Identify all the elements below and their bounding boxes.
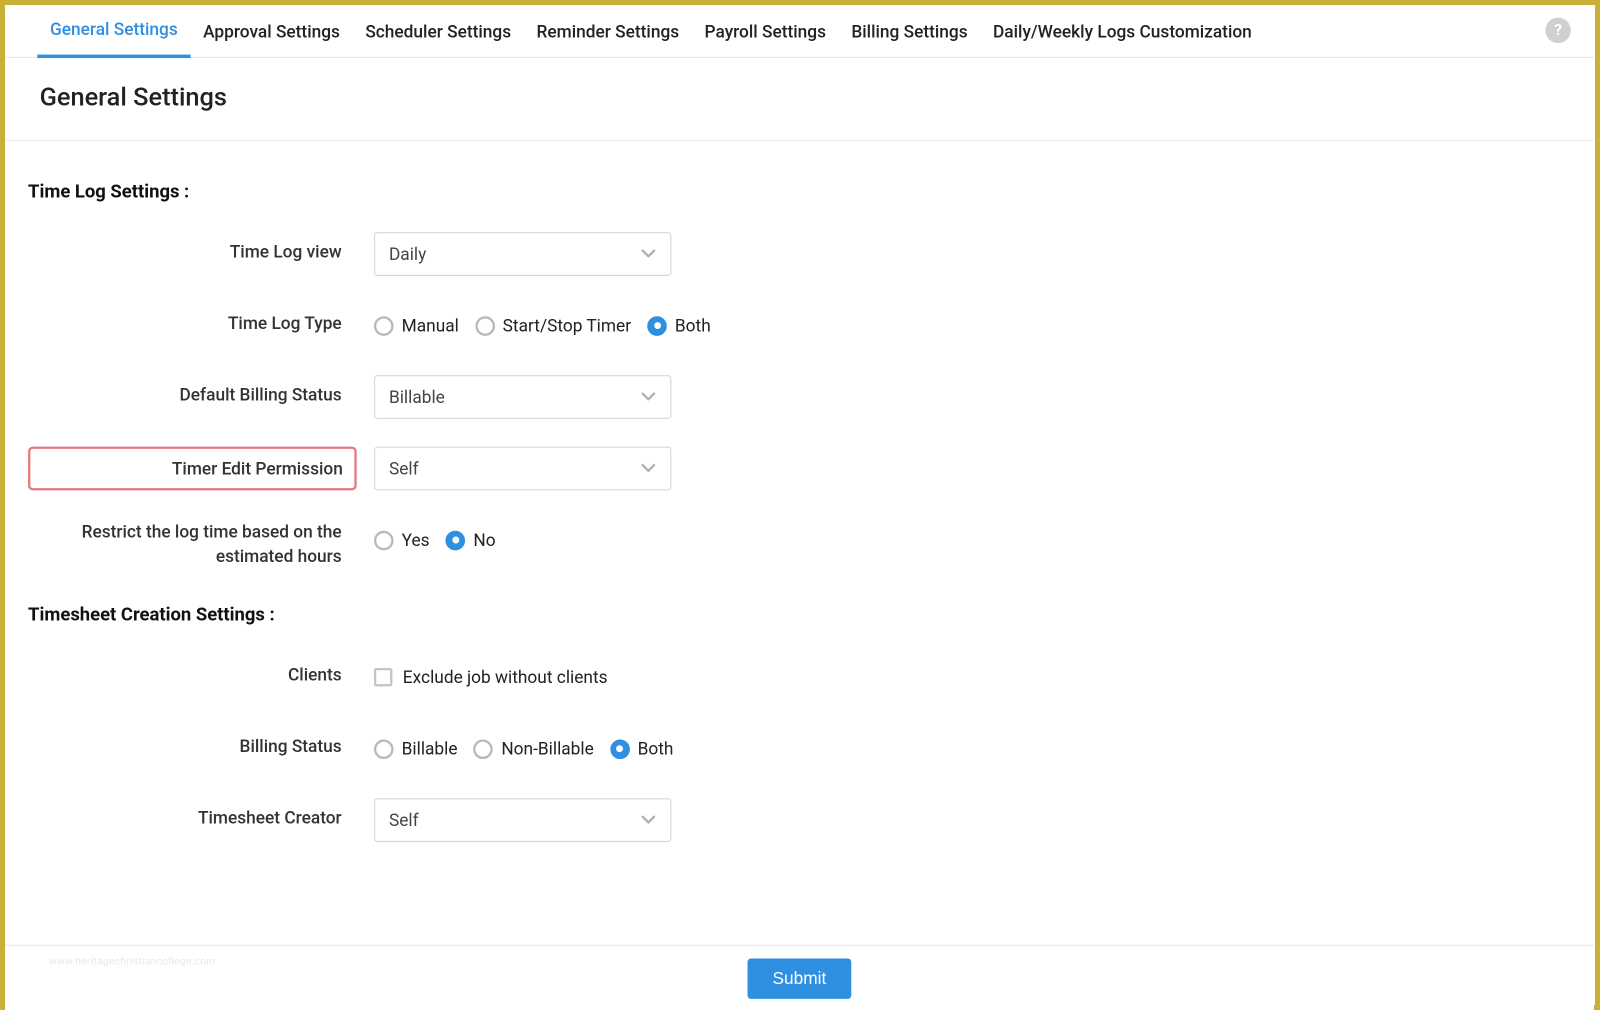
label-default-billing-status: Default Billing Status bbox=[28, 375, 374, 405]
help-icon[interactable]: ? bbox=[1545, 18, 1570, 43]
radio-icon bbox=[474, 739, 494, 759]
radio-restrict-log-yes[interactable]: Yes bbox=[374, 530, 430, 551]
label-timer-edit-permission: Timer Edit Permission bbox=[28, 447, 357, 491]
select-timesheet-creator-value: Self bbox=[389, 810, 419, 831]
radio-label: Start/Stop Timer bbox=[503, 315, 631, 336]
label-restrict-log: Restrict the log time based on the estim… bbox=[28, 518, 374, 569]
row-time-log-view: Time Log view Daily bbox=[28, 232, 1571, 276]
tab-logs-customization[interactable]: Daily/Weekly Logs Customization bbox=[980, 4, 1264, 57]
checkbox-icon bbox=[374, 668, 392, 686]
watermark-text: www.heritagechristiancollege.com bbox=[49, 956, 216, 968]
radio-label: Both bbox=[675, 315, 711, 336]
radio-time-log-type-both[interactable]: Both bbox=[647, 315, 711, 336]
radio-label: Both bbox=[638, 738, 674, 759]
select-timer-edit-permission[interactable]: Self bbox=[374, 447, 671, 491]
radio-time-log-type-manual[interactable]: Manual bbox=[374, 315, 459, 336]
row-clients: Clients Exclude job without clients bbox=[28, 655, 1571, 699]
settings-content: Time Log Settings : Time Log view Daily … bbox=[5, 141, 1594, 842]
radio-icon bbox=[374, 530, 394, 550]
radio-icon bbox=[647, 316, 667, 336]
label-billing-status: Billing Status bbox=[28, 727, 374, 757]
label-time-log-type: Time Log Type bbox=[28, 304, 374, 334]
checkbox-label: Exclude job without clients bbox=[403, 667, 608, 688]
row-restrict-log: Restrict the log time based on the estim… bbox=[28, 518, 1571, 569]
radio-label: Non-Billable bbox=[501, 738, 593, 759]
select-timesheet-creator[interactable]: Self bbox=[374, 798, 671, 842]
tab-billing-settings[interactable]: Billing Settings bbox=[839, 4, 981, 57]
label-timesheet-creator: Timesheet Creator bbox=[28, 798, 374, 828]
row-billing-status: Billing Status Billable Non-Billable Bot… bbox=[28, 727, 1571, 771]
radio-billing-nonbillable[interactable]: Non-Billable bbox=[474, 738, 594, 759]
submit-button[interactable]: Submit bbox=[747, 959, 852, 999]
tabs-bar: General Settings Approval Settings Sched… bbox=[5, 5, 1594, 58]
tab-scheduler-settings[interactable]: Scheduler Settings bbox=[353, 4, 524, 57]
row-timesheet-creator: Timesheet Creator Self bbox=[28, 798, 1571, 842]
section-timesheet-creation: Timesheet Creation Settings : bbox=[28, 603, 1571, 625]
radio-icon bbox=[374, 316, 394, 336]
radio-label: Manual bbox=[402, 315, 459, 336]
select-time-log-view-value: Daily bbox=[389, 244, 426, 265]
select-timer-edit-permission-value: Self bbox=[389, 458, 419, 479]
footer-bar: Submit bbox=[5, 945, 1594, 1012]
radio-time-log-type-timer[interactable]: Start/Stop Timer bbox=[475, 315, 631, 336]
label-clients: Clients bbox=[28, 655, 374, 685]
chevron-down-icon bbox=[640, 463, 656, 475]
radio-icon bbox=[374, 739, 394, 759]
select-default-billing-status-value: Billable bbox=[389, 387, 445, 408]
radio-label: No bbox=[473, 530, 495, 551]
label-time-log-view: Time Log view bbox=[28, 232, 374, 262]
radio-restrict-log-no[interactable]: No bbox=[446, 530, 496, 551]
tab-reminder-settings[interactable]: Reminder Settings bbox=[524, 4, 692, 57]
select-default-billing-status[interactable]: Billable bbox=[374, 375, 671, 419]
chevron-down-icon bbox=[640, 814, 656, 826]
row-default-billing-status: Default Billing Status Billable bbox=[28, 375, 1571, 419]
checkbox-exclude-jobs[interactable]: Exclude job without clients bbox=[374, 667, 608, 688]
row-time-log-type: Time Log Type Manual Start/Stop Timer Bo… bbox=[28, 304, 1571, 348]
tab-approval-settings[interactable]: Approval Settings bbox=[190, 4, 352, 57]
radio-label: Yes bbox=[402, 530, 430, 551]
section-time-log-settings: Time Log Settings : bbox=[28, 180, 1571, 202]
radio-billing-both[interactable]: Both bbox=[610, 738, 674, 759]
radio-icon bbox=[446, 530, 466, 550]
row-timer-edit-permission: Timer Edit Permission Self bbox=[28, 447, 1571, 491]
radio-icon bbox=[610, 739, 630, 759]
page-title: General Settings bbox=[5, 58, 1594, 141]
tab-payroll-settings[interactable]: Payroll Settings bbox=[692, 4, 839, 57]
chevron-down-icon bbox=[640, 391, 656, 403]
radio-label: Billable bbox=[402, 738, 458, 759]
chevron-down-icon bbox=[640, 248, 656, 260]
radio-billing-billable[interactable]: Billable bbox=[374, 738, 458, 759]
select-time-log-view[interactable]: Daily bbox=[374, 232, 671, 276]
tab-general-settings[interactable]: General Settings bbox=[37, 4, 190, 57]
radio-icon bbox=[475, 316, 495, 336]
